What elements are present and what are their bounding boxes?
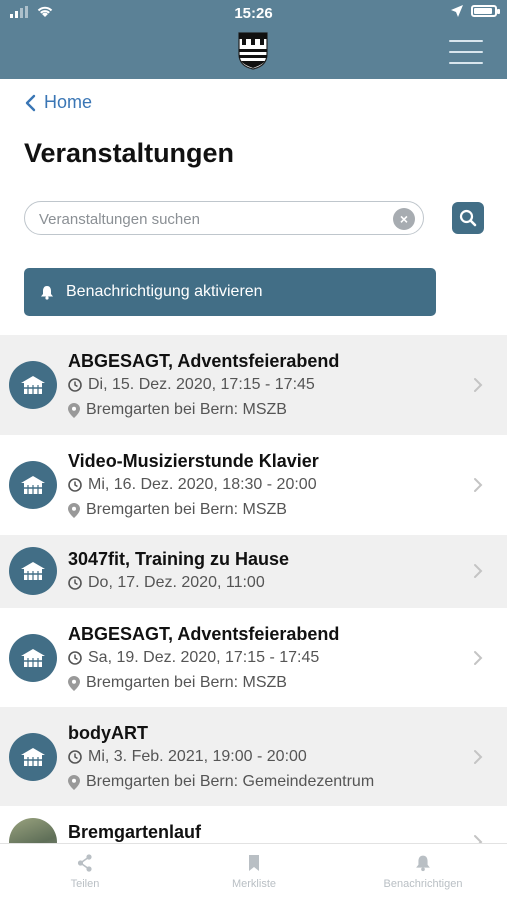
event-row[interactable]: ABGESAGT, Adventsfeierabend Di, 15. Dez.…	[0, 335, 507, 435]
status-time: 15:26	[234, 5, 273, 22]
back-label: Home	[44, 92, 93, 112]
tab-notifications-label: Benachrichtigen	[383, 878, 463, 890]
map-pin-icon	[68, 502, 80, 518]
clock-icon	[68, 378, 82, 392]
bottom-tab-bar: Teilen Merkliste Benachrichtigen	[0, 843, 507, 900]
event-date: Mi, 3. Feb. 2021, 19:00 - 20:00	[68, 748, 307, 766]
house-icon	[9, 634, 57, 682]
house-icon	[9, 361, 57, 409]
search-input[interactable]	[39, 209, 389, 229]
app-header: 15:26	[0, 0, 507, 79]
chevron-right-icon	[474, 378, 483, 392]
tab-bookmarks-label: Merkliste	[231, 878, 276, 890]
map-pin-icon	[68, 402, 80, 418]
map-pin-icon	[68, 675, 80, 691]
event-title: ABGESAGT, Adventsfeierabend	[68, 624, 340, 644]
chevron-right-icon	[474, 564, 483, 578]
chevron-left-icon	[25, 94, 36, 111]
page-title: Veranstaltungen	[24, 138, 235, 168]
search-button[interactable]	[452, 202, 484, 234]
event-date: Mi, 16. Dez. 2020, 18:30 - 20:00	[68, 476, 317, 494]
event-title: ABGESAGT, Adventsfeierabend	[68, 351, 340, 371]
event-list: ABGESAGT, Adventsfeierabend Di, 15. Dez.…	[0, 335, 507, 866]
event-location: Bremgarten bei Bern: MSZB	[68, 674, 287, 692]
event-title: bodyART	[68, 723, 148, 743]
search-icon	[459, 209, 477, 227]
hamburger-menu-icon[interactable]	[449, 40, 483, 64]
house-icon	[9, 461, 57, 509]
house-icon	[9, 547, 57, 595]
status-right	[451, 5, 500, 17]
tab-share-label: Teilen	[70, 878, 100, 890]
bell-icon	[41, 285, 53, 300]
chevron-right-icon	[474, 750, 483, 764]
share-icon	[77, 854, 92, 872]
clear-search-icon[interactable]: ×	[393, 208, 415, 230]
clock-icon	[68, 750, 82, 764]
chevron-right-icon	[474, 478, 483, 492]
event-row[interactable]: ABGESAGT, Adventsfeierabend Sa, 19. Dez.…	[0, 608, 507, 707]
event-title: Bremgartenlauf	[68, 822, 202, 842]
activate-notification-button[interactable]: Benachrichtigung aktivieren	[24, 268, 436, 316]
event-title: Video-Musizierstunde Klavier	[68, 451, 319, 471]
tab-bookmarks[interactable]: Merkliste	[184, 854, 324, 890]
event-date: Di, 15. Dez. 2020, 17:15 - 17:45	[68, 376, 315, 394]
bell-icon	[416, 855, 430, 872]
event-location: Bremgarten bei Bern: MSZB	[68, 501, 287, 519]
event-date: Do, 17. Dez. 2020, 11:00	[68, 574, 265, 592]
battery-icon	[471, 5, 500, 17]
house-icon	[9, 733, 57, 781]
event-location: Bremgarten bei Bern: Gemeindezentrum	[68, 773, 374, 791]
search-field[interactable]: ×	[24, 201, 424, 235]
status-bar: 15:26	[0, 0, 507, 28]
map-pin-icon	[68, 774, 80, 790]
clock-icon	[68, 478, 82, 492]
tab-share[interactable]: Teilen	[15, 854, 155, 890]
chevron-right-icon	[474, 651, 483, 665]
municipality-crest-logo	[238, 32, 268, 70]
location-arrow-icon	[451, 5, 463, 17]
event-location: Bremgarten bei Bern: MSZB	[68, 401, 287, 419]
bookmark-icon	[249, 855, 259, 871]
event-date: Sa, 19. Dez. 2020, 17:15 - 17:45	[68, 649, 319, 667]
activate-notification-label: Benachrichtigung aktivieren	[66, 283, 263, 300]
event-title: 3047fit, Training zu Hause	[68, 549, 290, 569]
clock-icon	[68, 651, 82, 665]
back-button[interactable]: Home	[24, 92, 92, 113]
event-row[interactable]: bodyART Mi, 3. Feb. 2021, 19:00 - 20:00 …	[0, 707, 507, 806]
event-row[interactable]: 3047fit, Training zu Hause Do, 17. Dez. …	[0, 535, 507, 608]
tab-notifications[interactable]: Benachrichtigen	[353, 854, 493, 890]
clock-icon	[68, 576, 82, 590]
event-row[interactable]: Video-Musizierstunde Klavier Mi, 16. Dez…	[0, 435, 507, 535]
